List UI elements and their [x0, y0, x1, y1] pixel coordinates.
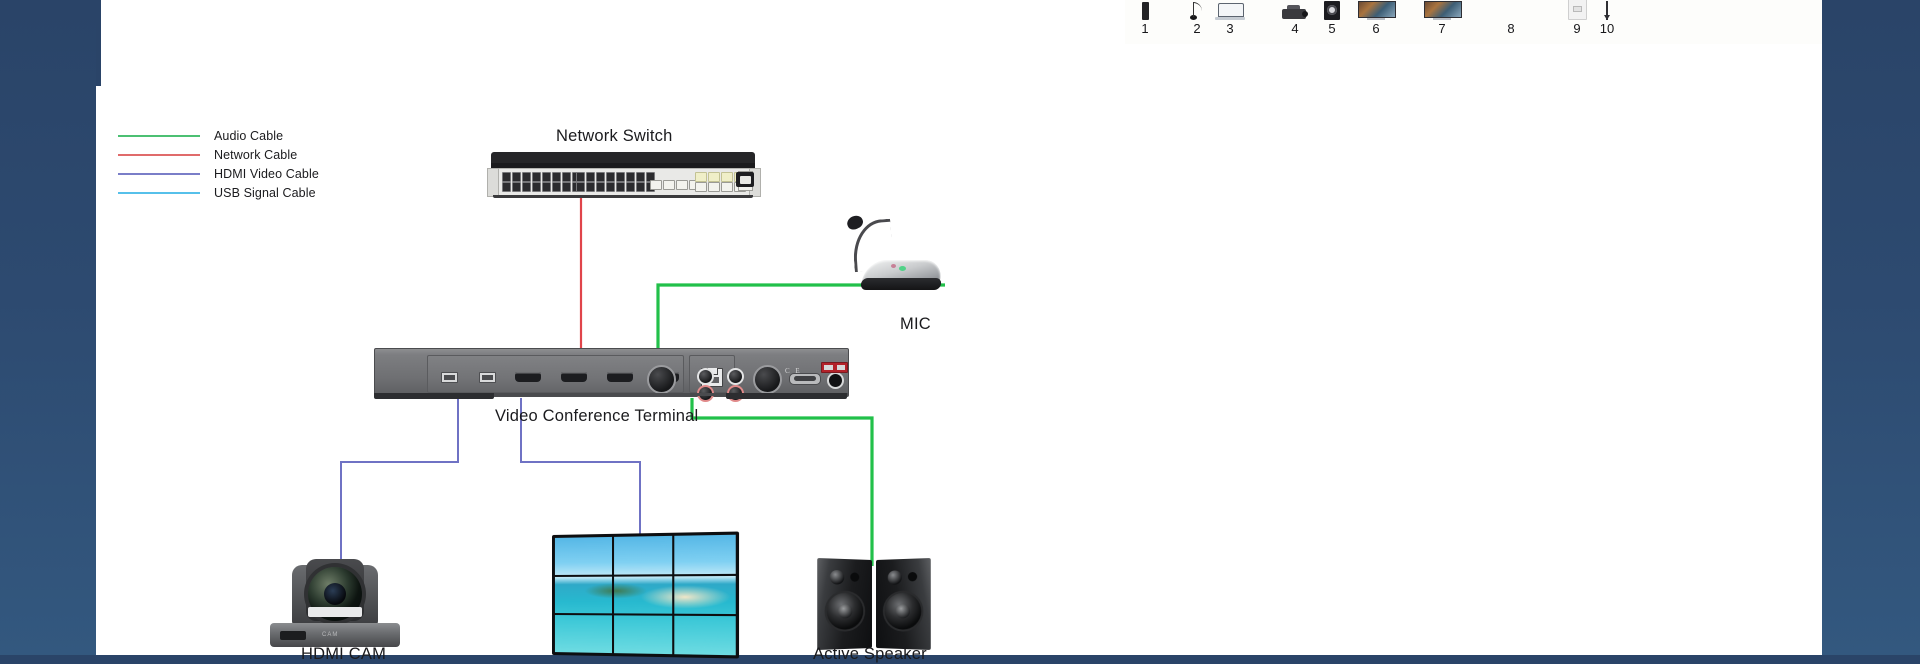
terminal-xlr-out	[753, 365, 782, 394]
video-wall-icon	[552, 531, 740, 659]
network-switch-label: Network Switch	[556, 127, 673, 145]
legend-swatch-network	[118, 153, 200, 156]
switch-power-inlet	[736, 172, 754, 187]
legend-label: USB Signal Cable	[214, 185, 316, 200]
legend-swatch-audio	[118, 134, 200, 137]
legend-label: HDMI Video Cable	[214, 166, 319, 181]
legend-item-hdmi-cable: HDMI Video Cable	[118, 164, 319, 183]
legend-label: Network Cable	[214, 147, 298, 162]
ce-mark: C E	[785, 367, 802, 375]
diagram-root: 1 2 3 4 5 6 7 8 9 10 Audio Cable Network…	[0, 0, 1920, 663]
legend-swatch-hdmi	[118, 172, 200, 175]
rack-switch-icon	[487, 152, 761, 199]
cable-legend: Audio Cable Network Cable HDMI Video Cab…	[118, 126, 319, 202]
terminal-xlr-in	[647, 365, 676, 394]
terminal-label: Video Conference Terminal	[495, 407, 699, 425]
terminal-power-switch[interactable]	[821, 362, 848, 373]
cable-terminal-to-camera	[340, 398, 459, 560]
studio-speakers-icon	[817, 557, 938, 655]
terminal-dc-jack	[827, 372, 844, 389]
legend-label: Audio Cable	[214, 128, 284, 143]
gooseneck-microphone-icon	[845, 213, 945, 292]
ptz-camera-icon: CAM	[270, 545, 400, 655]
legend-swatch-usb	[118, 191, 200, 194]
legend-item-usb-cable: USB Signal Cable	[118, 183, 319, 202]
legend-item-network-cable: Network Cable	[118, 145, 319, 164]
rear-panel-icon: C E	[374, 348, 849, 403]
legend-item-audio-cable: Audio Cable	[118, 126, 319, 145]
mic-label: MIC	[900, 315, 931, 333]
